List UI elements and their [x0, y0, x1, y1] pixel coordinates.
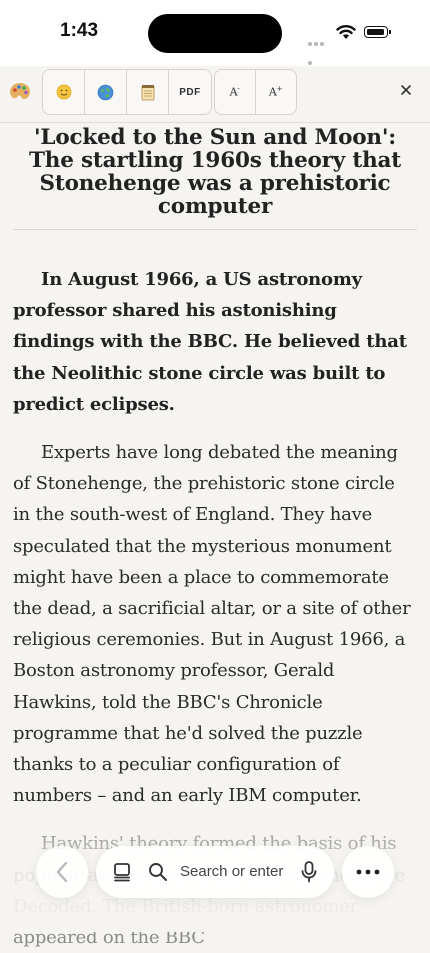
pdf-button[interactable]: PDF — [169, 70, 211, 114]
battery-icon — [364, 26, 391, 38]
status-time: 1:43 — [60, 20, 99, 41]
signal-icon — [308, 31, 330, 65]
back-button[interactable] — [36, 846, 88, 898]
article-paragraph: Experts have long debated the meaning of… — [13, 442, 411, 807]
search-icon — [149, 863, 167, 881]
notepad-icon — [141, 84, 154, 100]
font-increase-label: A+ — [268, 85, 283, 99]
notes-button[interactable] — [127, 70, 169, 114]
chevron-left-icon — [56, 861, 68, 883]
dynamic-island — [148, 14, 282, 53]
reader-tools-group: PDF — [42, 69, 212, 115]
more-button[interactable] — [342, 846, 394, 898]
emoji-icon — [56, 84, 71, 100]
article-title: 'Locked to the Sun and Moon': The startl… — [28, 125, 402, 219]
font-increase-button[interactable]: A+ — [256, 70, 296, 114]
title-divider — [13, 229, 417, 230]
close-icon[interactable] — [400, 84, 412, 96]
font-decrease-button[interactable]: A- — [215, 70, 256, 114]
reader-toolbar: PDF A- A+ — [0, 66, 430, 123]
tabs-icon[interactable] — [112, 862, 132, 882]
palette-icon[interactable] — [8, 80, 32, 104]
wifi-icon — [336, 25, 356, 39]
font-decrease-label: A- — [229, 85, 240, 99]
pdf-label: PDF — [179, 86, 201, 98]
translate-button[interactable] — [85, 70, 127, 114]
status-bar: 1:43 — [0, 0, 430, 66]
ellipsis-icon — [356, 869, 380, 875]
address-bar[interactable]: Search or enter — [96, 846, 334, 898]
font-size-group: A- A+ — [214, 69, 297, 115]
emoji-button[interactable] — [43, 70, 85, 114]
search-input[interactable]: Search or enter — [180, 863, 283, 880]
microphone-icon[interactable] — [301, 861, 317, 883]
article-lead: In August 1966, a US astronomy professor… — [13, 269, 407, 415]
globe-icon — [97, 84, 114, 100]
